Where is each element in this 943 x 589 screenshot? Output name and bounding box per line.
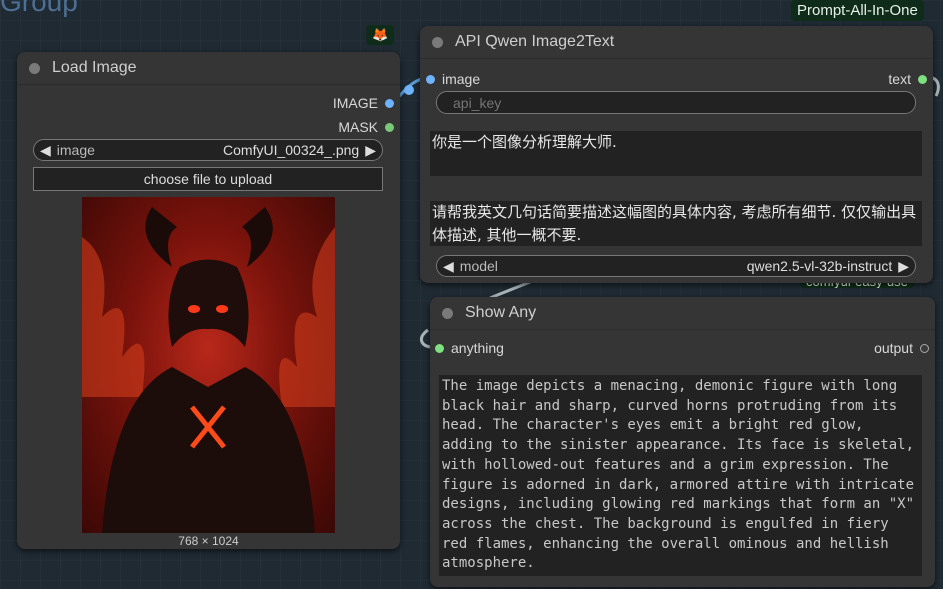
image-dimensions-label: 768 × 1024 bbox=[178, 534, 239, 548]
show-any-output-text[interactable]: The image depicts a menacing, demonic fi… bbox=[439, 375, 922, 576]
image-select-widget[interactable]: ◀ image ComfyUI_00324_.png ▶ bbox=[33, 139, 383, 161]
qwen-image2text-node[interactable]: API Qwen Image2Text image text 你是一个图像分析理… bbox=[420, 26, 933, 283]
show-any-input-row[interactable]: anything bbox=[435, 340, 504, 356]
output-mask-label: MASK bbox=[338, 119, 378, 135]
qwen-input-image-port[interactable] bbox=[426, 74, 435, 84]
collapse-dot-icon[interactable] bbox=[442, 307, 453, 319]
image-widget-label: image bbox=[56, 142, 95, 158]
model-select-widget[interactable]: ◀ model qwen2.5-vl-32b-instruct ▶ bbox=[436, 255, 916, 277]
load-image-node[interactable]: Load Image IMAGE MASK ◀ image ComfyUI_00… bbox=[17, 52, 400, 549]
show-any-output-label: output bbox=[874, 340, 913, 356]
qwen-title: API Qwen Image2Text bbox=[455, 33, 615, 50]
output-image-label: IMAGE bbox=[332, 95, 378, 111]
qwen-input-image-label: image bbox=[442, 71, 481, 87]
show-any-input-label: anything bbox=[451, 340, 504, 356]
qwen-header[interactable]: API Qwen Image2Text bbox=[420, 26, 933, 59]
image-preview bbox=[82, 197, 335, 533]
load-image-title: Load Image bbox=[52, 59, 137, 76]
image-widget-value: ComfyUI_00324_.png bbox=[223, 142, 360, 158]
arrow-right-icon[interactable]: ▶ bbox=[892, 258, 915, 275]
collapse-dot-icon[interactable] bbox=[432, 36, 443, 48]
output-image-port[interactable] bbox=[385, 98, 394, 108]
system-prompt-textarea[interactable]: 你是一个图像分析理解大师. bbox=[430, 131, 922, 176]
qwen-output-text-row[interactable]: text bbox=[888, 71, 927, 87]
arrow-left-icon[interactable]: ◀ bbox=[437, 258, 460, 275]
qwen-output-text-port[interactable] bbox=[918, 74, 927, 84]
model-widget-label: model bbox=[459, 258, 498, 274]
show-any-input-port[interactable] bbox=[435, 343, 444, 353]
model-widget-value: qwen2.5-vl-32b-instruct bbox=[746, 258, 893, 274]
output-mask-row[interactable]: MASK bbox=[338, 119, 394, 135]
show-any-node[interactable]: Show Any anything output The image depic… bbox=[430, 297, 935, 587]
prompt-all-in-one-tag[interactable]: Prompt-All-In-One bbox=[791, 0, 924, 21]
fox-icon[interactable]: 🦊 bbox=[366, 25, 395, 45]
demon-portrait-image bbox=[82, 207, 335, 533]
load-image-header[interactable]: Load Image bbox=[17, 52, 400, 85]
link-midpoint-dot bbox=[404, 85, 414, 95]
output-image-row[interactable]: IMAGE bbox=[333, 95, 394, 111]
qwen-output-text-label: text bbox=[888, 71, 911, 87]
show-any-title: Show Any bbox=[465, 304, 537, 321]
output-mask-port[interactable] bbox=[385, 122, 394, 132]
link-any-left bbox=[420, 328, 431, 349]
choose-file-upload-button[interactable]: choose file to upload bbox=[33, 167, 383, 191]
show-any-header[interactable]: Show Any bbox=[430, 297, 935, 330]
show-any-output-row[interactable]: output bbox=[874, 340, 929, 356]
arrow-left-icon[interactable]: ◀ bbox=[34, 142, 57, 159]
collapse-dot-icon[interactable] bbox=[29, 62, 40, 74]
arrow-right-icon[interactable]: ▶ bbox=[359, 142, 382, 159]
qwen-input-image-row[interactable]: image bbox=[426, 71, 480, 87]
user-prompt-textarea[interactable]: 请帮我英文几句话简要描述这幅图的具体内容, 考虑所有细节. 仅仅输出具体描述, … bbox=[430, 201, 922, 246]
api-key-input[interactable] bbox=[436, 91, 916, 114]
show-any-output-port[interactable] bbox=[920, 343, 929, 353]
